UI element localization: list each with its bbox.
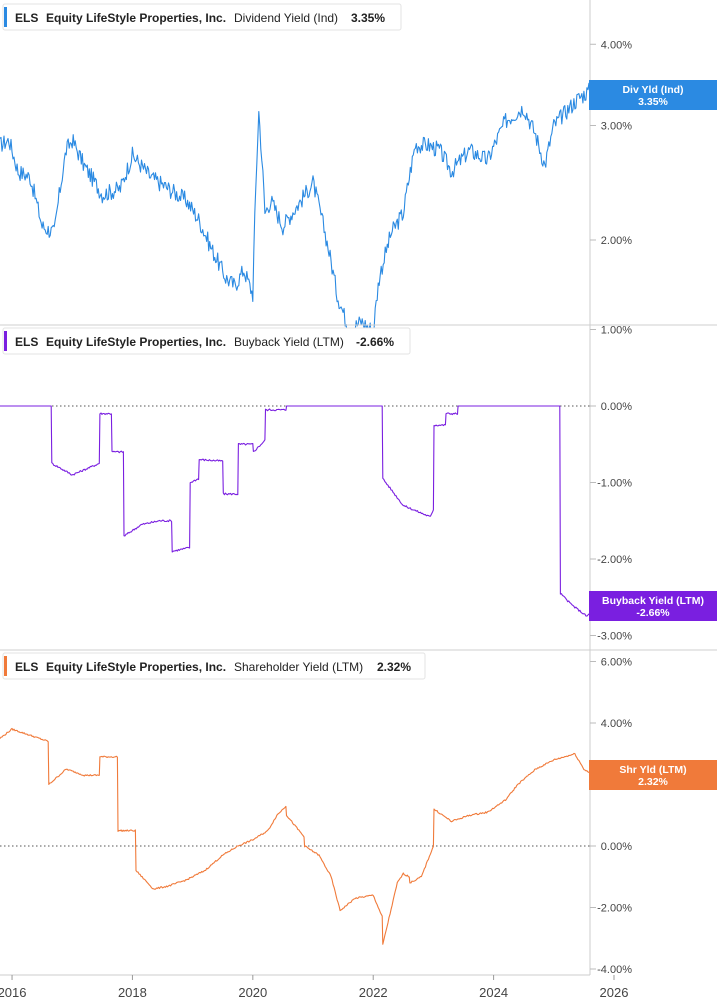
legend-ticker: ELS — [15, 660, 38, 674]
chart-root: 4.00% 3.00% 2.00% ELS Equity LifeStyle Prope… — [0, 0, 717, 1000]
legend-company: Equity LifeStyle Properties, Inc. — [46, 11, 226, 25]
value-badge-value: 2.32% — [638, 776, 668, 788]
legend-value: 2.32% — [377, 660, 411, 674]
x-tick-label: 2024 — [479, 985, 508, 1000]
legend-company: Equity LifeStyle Properties, Inc. — [46, 335, 226, 349]
value-badge-label: Shr Yld (LTM) — [619, 764, 686, 776]
legend-metric: Buyback Yield (LTM) — [234, 335, 344, 349]
y-tick-label: -2.00% — [597, 903, 632, 915]
legend-color-swatch — [4, 656, 7, 676]
y-tick-label: 0.00% — [601, 841, 632, 853]
legend-metric: Shareholder Yield (LTM) — [234, 660, 363, 674]
y-tick-label: 3.00% — [601, 121, 632, 133]
legend-value: 3.35% — [351, 11, 385, 25]
value-badge-label: Div Yld (Ind) — [622, 84, 683, 96]
y-tick-label: 0.00% — [601, 401, 632, 413]
legend-ticker: ELS — [15, 335, 38, 349]
value-badge-value: 3.35% — [638, 96, 668, 108]
y-tick-label: -1.00% — [597, 478, 632, 490]
x-tick-label: 2026 — [600, 985, 629, 1000]
y-tick-label: -3.00% — [597, 631, 632, 643]
y-tick-label: 4.00% — [601, 39, 632, 51]
legend-metric: Dividend Yield (Ind) — [234, 11, 338, 25]
legend-color-swatch — [4, 7, 7, 27]
x-tick-label: 2020 — [238, 985, 267, 1000]
x-tick-label: 2022 — [359, 985, 388, 1000]
legend-color-swatch — [4, 331, 7, 351]
y-tick-label: -2.00% — [597, 554, 632, 566]
value-badge-label: Buyback Yield (LTM) — [602, 595, 704, 607]
legend-value: -2.66% — [356, 335, 394, 349]
legend-company: Equity LifeStyle Properties, Inc. — [46, 660, 226, 674]
y-tick-label: 1.00% — [601, 325, 632, 337]
legend-ticker: ELS — [15, 11, 38, 25]
y-tick-label: -4.00% — [597, 964, 632, 976]
x-tick-label: 2016 — [0, 985, 26, 1000]
y-tick-label: 6.00% — [601, 657, 632, 669]
series-line-2 — [0, 405, 594, 617]
y-tick-label: 2.00% — [601, 235, 632, 247]
y-tick-label: 4.00% — [601, 718, 632, 730]
value-badge-value: -2.66% — [636, 607, 670, 619]
series-line-1 — [0, 82, 594, 339]
series-line-3 — [0, 727, 594, 945]
x-tick-label: 2018 — [118, 985, 147, 1000]
